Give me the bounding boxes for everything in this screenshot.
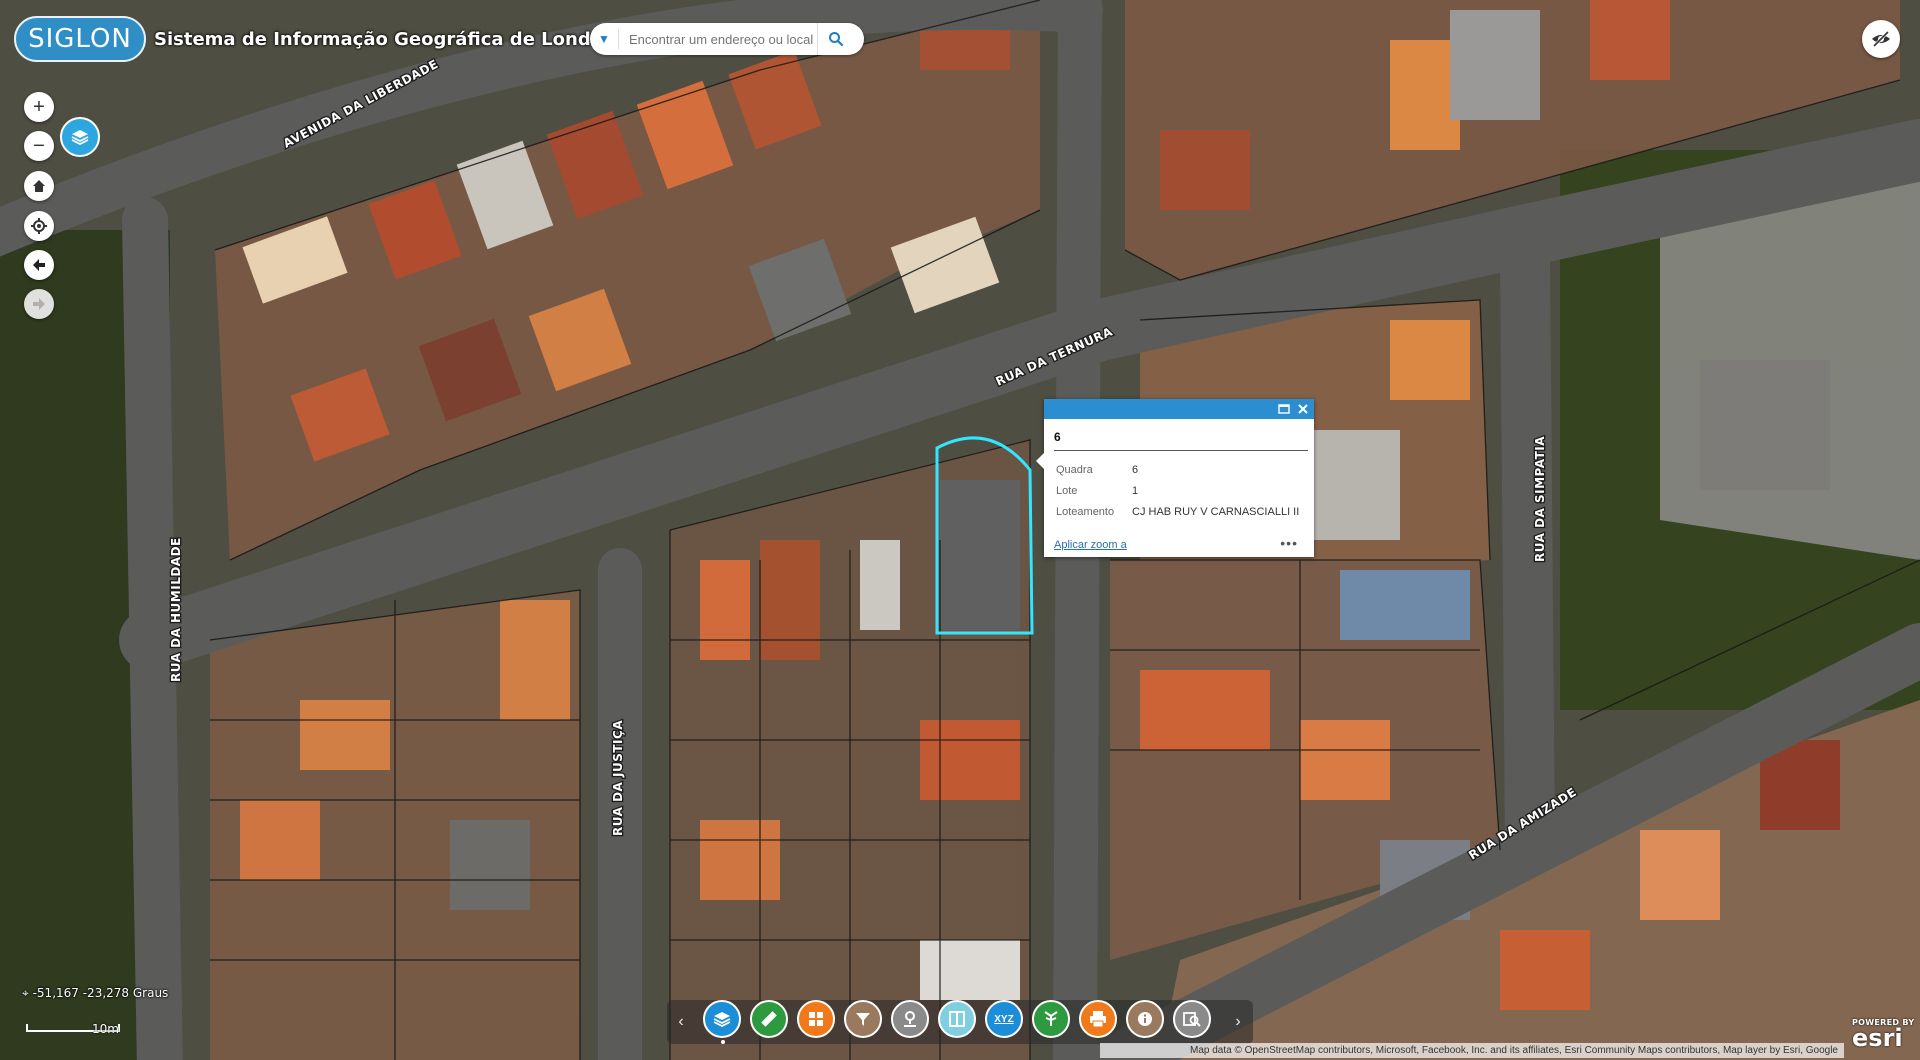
popup-divider: [1054, 450, 1308, 451]
ruler-icon: [761, 1011, 777, 1027]
search-icon: [829, 32, 844, 47]
search-button[interactable]: [817, 23, 854, 55]
app-header: SIGLON Sistema de Informação Geográfica …: [14, 16, 631, 62]
attribute-value: CJ HAB RUY V CARNASCIALLI II: [1132, 505, 1300, 518]
search-widget: ▼: [590, 23, 864, 55]
popup-pointer: [1036, 453, 1044, 469]
share-button[interactable]: [1032, 1000, 1070, 1038]
street-label-humildade: RUA DA HUMILDADE: [169, 537, 183, 682]
search-source-dropdown[interactable]: ▼: [590, 29, 619, 49]
filter-button[interactable]: [844, 1000, 882, 1038]
layers-icon: [713, 1012, 731, 1028]
logo-text: SIGLON: [28, 24, 132, 54]
arrow-right-icon: [33, 298, 45, 310]
scale-bar-label: 10m: [92, 1022, 119, 1036]
widget-toolbar: ‹ XYZ ›: [667, 1000, 1253, 1044]
plus-icon: +: [33, 95, 45, 118]
table-row: Lote 1: [1052, 480, 1303, 501]
locate-button[interactable]: [24, 211, 54, 241]
info-icon: [1138, 1012, 1152, 1026]
print-button[interactable]: [1079, 1000, 1117, 1038]
swipe-icon: [949, 1011, 965, 1027]
arrow-left-icon: [33, 259, 45, 271]
eye-slash-icon: [1872, 30, 1890, 48]
filter-icon: [856, 1013, 870, 1026]
street-label-simpatia: RUA DA SIMPATIA: [1533, 436, 1547, 562]
table-row: Quadra 6: [1052, 459, 1303, 480]
attribute-value: 1: [1132, 484, 1139, 497]
more-actions-button[interactable]: •••: [1280, 535, 1298, 551]
feature-popup: 6 Quadra 6 Lote 1 Loteamento CJ HAB RUY …: [1036, 399, 1314, 557]
popup-attributes-table: Quadra 6 Lote 1 Loteamento CJ HAB RUY V …: [1052, 459, 1303, 522]
siglon-logo[interactable]: SIGLON: [14, 16, 146, 62]
xyz-icon: XYZ: [994, 1013, 1014, 1025]
query-button[interactable]: [1173, 1000, 1211, 1038]
toggle-visibility-button[interactable]: [1862, 20, 1900, 58]
popup-title: 6: [1054, 430, 1061, 444]
toolbar-next-button[interactable]: ›: [1228, 1012, 1248, 1032]
aerial-imagery: AVENIDA DA LIBERDADE RUA DA TERNURA RUA …: [0, 0, 1920, 1060]
zoom-in-button[interactable]: +: [24, 92, 54, 122]
grid-icon: [809, 1012, 823, 1026]
zoom-out-button[interactable]: −: [24, 131, 54, 161]
printer-icon: [1090, 1011, 1106, 1028]
share-icon: [1044, 1011, 1058, 1026]
popup-header-bar: [1044, 399, 1314, 419]
popup-close-button[interactable]: [1295, 401, 1311, 417]
next-extent-button[interactable]: [24, 289, 54, 319]
map-attribution: Map data © OpenStreetMap contributors, M…: [1100, 1043, 1844, 1058]
app-title: Sistema de Informação Geográfica de Lond…: [154, 28, 631, 50]
locate-icon: [31, 218, 47, 234]
measure-button[interactable]: [750, 1000, 788, 1038]
esri-brand-text: esri: [1852, 1024, 1903, 1052]
toolbar-page-indicator: [721, 1040, 725, 1044]
about-button[interactable]: [1126, 1000, 1164, 1038]
route-icon: [904, 1011, 916, 1027]
attribute-value: 6: [1132, 463, 1139, 476]
attribute-label: Loteamento: [1056, 505, 1115, 518]
coordinate-text: -51,167 -23,278 Graus: [32, 986, 169, 1000]
coordinate-readout[interactable]: ⌖ -51,167 -23,278 Graus: [22, 986, 168, 1001]
maximize-icon: [1278, 404, 1290, 414]
minus-icon: −: [33, 134, 45, 157]
map-view[interactable]: AVENIDA DA LIBERDADE RUA DA TERNURA RUA …: [0, 0, 1920, 1060]
query-icon: [1183, 1012, 1201, 1027]
table-row: Loteamento CJ HAB RUY V CARNASCIALLI II: [1052, 501, 1303, 522]
layers-icon: [71, 130, 89, 146]
home-button[interactable]: [24, 171, 54, 201]
toolbar-prev-button[interactable]: ‹: [671, 1012, 691, 1032]
layers-button[interactable]: [60, 117, 100, 157]
search-input[interactable]: [627, 30, 817, 48]
previous-extent-button[interactable]: [24, 250, 54, 280]
popup-maximize-button[interactable]: [1276, 401, 1292, 417]
esri-logo: POWERED BY esri: [1852, 1018, 1914, 1052]
home-icon: [33, 180, 45, 192]
attribute-label: Lote: [1056, 484, 1078, 497]
attribute-label: Quadra: [1056, 463, 1093, 476]
swipe-button[interactable]: [938, 1000, 976, 1038]
crosshair-icon: ⌖: [22, 986, 29, 1000]
zoom-to-link[interactable]: Aplicar zoom a: [1054, 539, 1127, 551]
close-icon: [1298, 404, 1308, 414]
basemap-gallery-button[interactable]: [797, 1000, 835, 1038]
coordinate-xyz-button[interactable]: XYZ: [985, 1000, 1023, 1038]
layer-list-button[interactable]: [703, 1000, 741, 1038]
directions-button[interactable]: [891, 1000, 929, 1038]
street-label-justica: RUA DA JUSTIÇA: [611, 720, 625, 836]
